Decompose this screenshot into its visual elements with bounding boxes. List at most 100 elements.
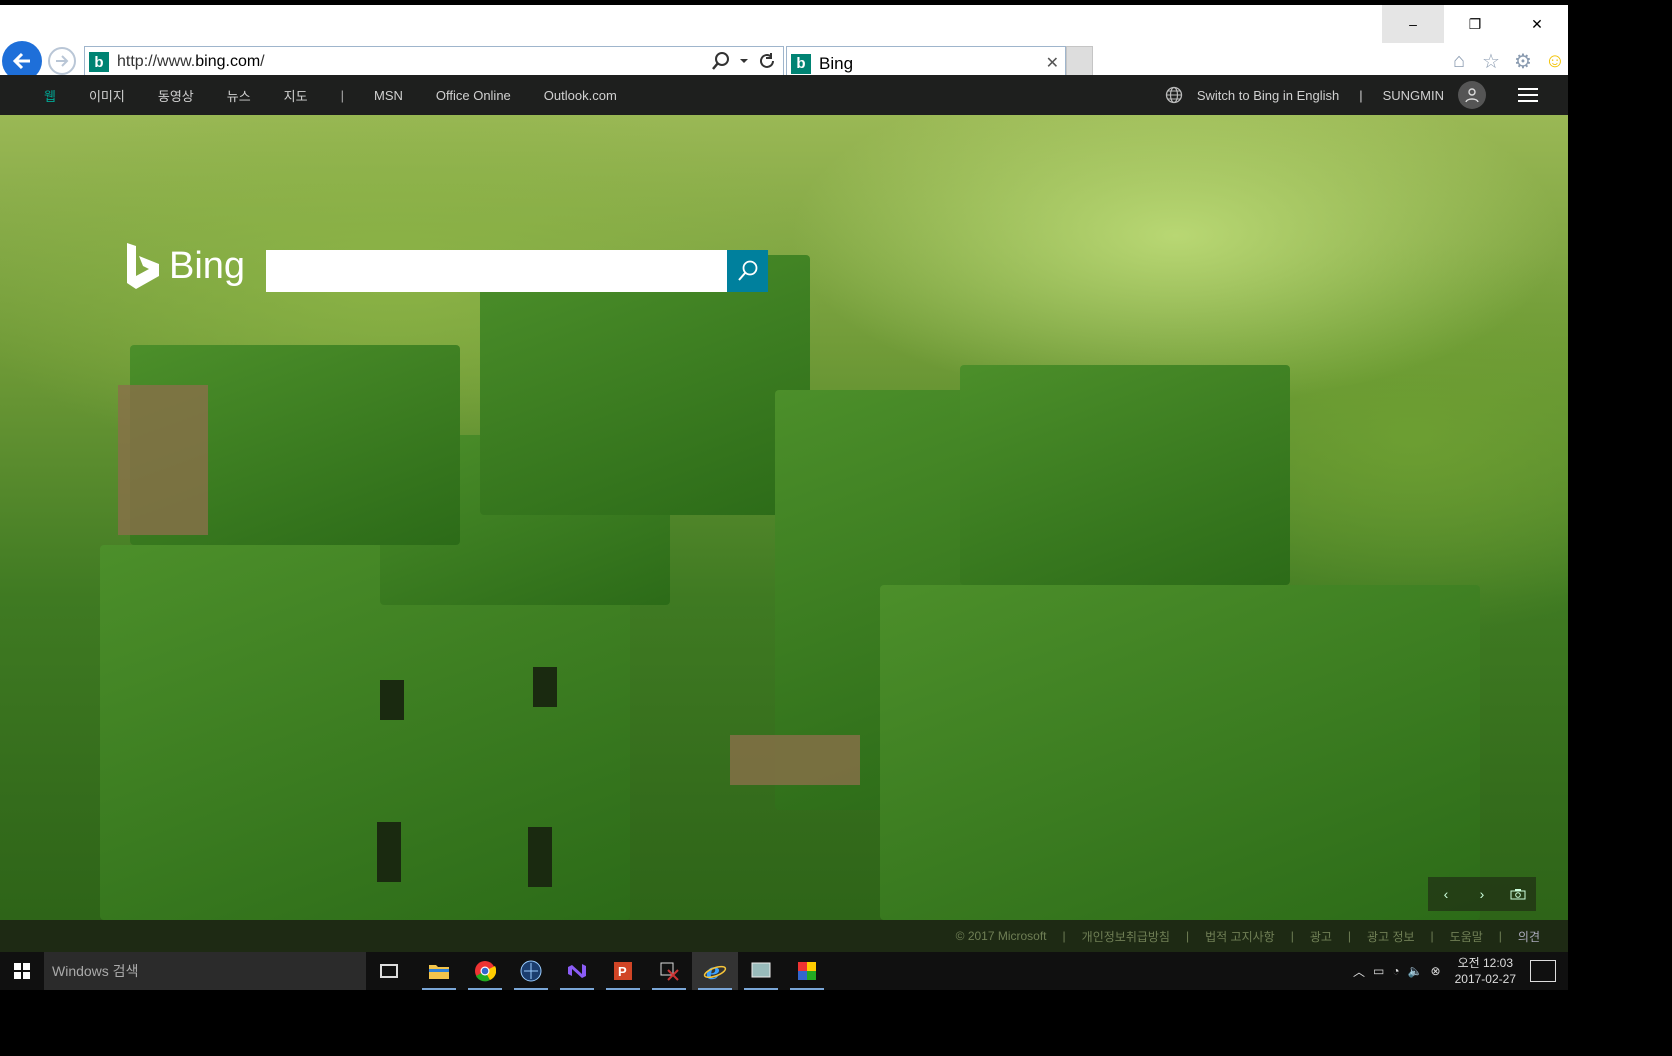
next-image-icon[interactable]: › [1464,877,1500,911]
nav-item-videos[interactable]: 동영상 [158,86,194,105]
nav-item-maps[interactable]: 지도 [284,86,308,105]
nav-link-office-online[interactable]: Office Online [436,88,511,103]
camera-icon[interactable] [1500,877,1536,911]
nav-link-msn[interactable]: MSN [374,88,403,103]
search-icon[interactable] [711,51,731,71]
ivy-house [880,585,1480,920]
app-globe-icon[interactable] [508,952,554,990]
footer-privacy-link[interactable]: 개인정보취급방침 [1082,928,1170,945]
wifi-icon[interactable]: ◔ [1392,964,1399,978]
arrow-right-icon [56,55,69,67]
tab-title: Bing [819,53,854,73]
volume-icon[interactable]: 🔈 [1408,964,1423,978]
snipping-tool-icon[interactable] [646,952,692,990]
url-prefix: http://www. [117,53,196,70]
taskbar-search[interactable]: Windows 검색 [44,952,366,990]
nav-item-web[interactable]: 웹 [44,86,56,105]
internet-explorer-icon[interactable]: e [692,952,738,990]
no-network-icon[interactable]: ⊗ [1431,964,1441,978]
switch-language-link[interactable]: Switch to Bing in English [1197,88,1339,103]
nav-link-outlook[interactable]: Outlook.com [544,88,617,103]
search-input[interactable] [266,250,727,292]
close-button[interactable]: ✕ [1506,5,1568,43]
windows-taskbar: Windows 검색 P e ︿ ▭ ◔ 🔈 ⊗ 오전 12:03 2017-0… [0,952,1568,990]
dropdown-arrow-icon[interactable] [739,56,749,66]
browser-chrome: – ❐ ✕ b http://www.bing.com/ b Bing ✕ ⌂ [0,0,1568,81]
user-icon [1465,88,1479,103]
windows-logo-icon [14,963,30,979]
nav-separator: | [340,87,344,103]
url-suffix: / [260,53,265,70]
house-window [533,667,557,707]
minimize-button[interactable]: – [1382,5,1444,43]
refresh-icon[interactable] [757,51,777,71]
start-button[interactable] [0,952,44,990]
nav-right-separator: | [1359,87,1363,103]
taskbar-search-text: Windows 검색 [52,963,139,979]
svg-text:P: P [618,964,627,979]
toolbar-icons: ⌂ ☆ ⚙ ☺ [1448,49,1566,73]
bing-favicon-icon: b [791,53,811,74]
settings-gear-icon[interactable]: ⚙ [1512,49,1534,73]
footer-copyright: © 2017 Microsoft [955,929,1047,943]
chrome-icon[interactable] [462,952,508,990]
search-button[interactable] [727,250,768,292]
taskbar-apps: P e [416,952,830,990]
bing-b-icon [127,243,159,289]
bing-logo: Bing [125,243,245,289]
clock-time: 오전 12:03 [1457,956,1514,970]
user-name[interactable]: SUNGMIN [1383,88,1444,103]
system-tray: ︿ ▭ ◔ 🔈 ⊗ 오전 12:03 2017-02-27 [1353,952,1568,990]
app-window-icon[interactable] [738,952,784,990]
visual-studio-icon[interactable] [554,952,600,990]
restore-button[interactable]: ❐ [1444,5,1506,43]
bing-favicon-icon: b [89,52,109,72]
nav-right: Switch to Bing in English | SUNGMIN [1165,75,1538,115]
house-window [528,827,552,887]
battery-icon[interactable]: ▭ [1373,964,1384,978]
url-text[interactable]: http://www.bing.com/ [117,53,265,71]
stone-wall [118,385,208,535]
nav-item-images[interactable]: 이미지 [89,86,125,105]
previous-image-icon[interactable]: ‹ [1428,877,1464,911]
address-icons [711,51,777,71]
clock-date: 2017-02-27 [1454,972,1516,986]
forward-button[interactable] [48,47,76,75]
hamburger-menu-icon[interactable] [1518,87,1538,103]
ivy-house [480,255,810,515]
avatar[interactable] [1458,81,1486,109]
bing-footer: © 2017 Microsoft | 개인정보취급방침 | 법적 고지사항 | 광고 |… [0,920,1568,952]
tab-close-icon[interactable]: ✕ [1046,53,1059,73]
nav-item-news[interactable]: 뉴스 [227,86,251,105]
powerpoint-icon[interactable]: P [600,952,646,990]
house-window [380,680,404,720]
screen: – ❐ ✕ b http://www.bing.com/ b Bing ✕ ⌂ [0,0,1568,990]
url-host: bing.com [195,53,261,70]
bing-logo-text: Bing [169,244,246,287]
ivy-house [960,365,1290,585]
image-controls: ‹ › [1428,877,1536,911]
stone-wall [730,735,860,785]
bing-top-nav: 웹 이미지 동영상 뉴스 지도 | MSN Office Online Outl… [0,75,1568,115]
footer-ad-info-link[interactable]: 광고 정보 [1367,928,1415,945]
window-controls: – ❐ ✕ [1382,5,1568,43]
notification-center-icon[interactable] [1530,960,1556,982]
house-window [377,822,401,882]
arrow-left-icon [12,52,30,70]
footer-help-link[interactable]: 도움말 [1450,928,1483,945]
globe-icon [1165,86,1183,104]
smiley-feedback-icon[interactable]: ☺ [1544,49,1566,73]
chevron-up-icon[interactable]: ︿ [1353,963,1365,980]
app-colorful-icon[interactable] [784,952,830,990]
favorites-star-icon[interactable]: ☆ [1480,49,1502,73]
footer-ads-link[interactable]: 광고 [1310,928,1332,945]
file-explorer-icon[interactable] [416,952,462,990]
footer-legal-link[interactable]: 법적 고지사항 [1205,928,1275,945]
clock[interactable]: 오전 12:03 2017-02-27 [1455,955,1516,987]
home-icon[interactable]: ⌂ [1448,49,1470,73]
search-icon [737,260,757,281]
footer-feedback-link[interactable]: 의견 [1518,928,1540,945]
background-image [0,115,1568,920]
address-bar[interactable]: b http://www.bing.com/ [84,46,784,78]
task-view-icon[interactable] [380,964,398,978]
